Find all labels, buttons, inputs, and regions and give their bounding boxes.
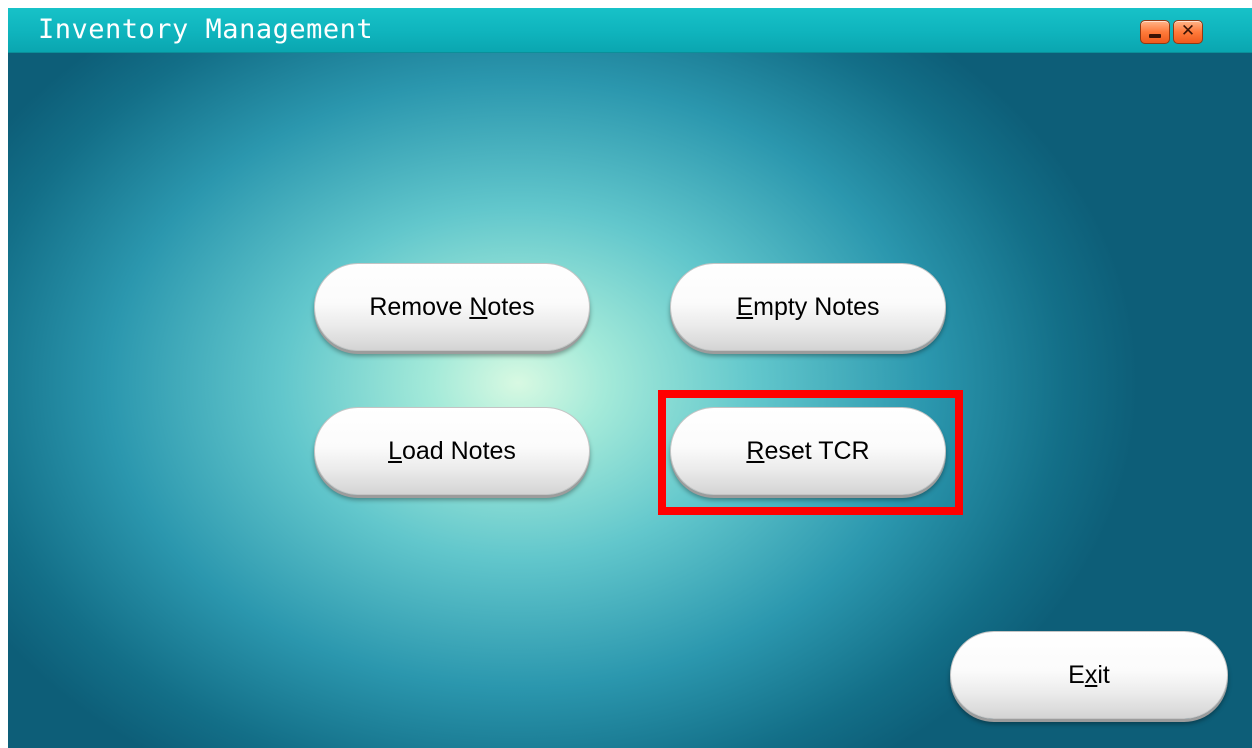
highlight-box (658, 390, 963, 515)
exit-label-pre: E (1068, 660, 1085, 689)
main-panel: Remove Notes Empty Notes Load Notes Rese… (8, 53, 1252, 748)
remove-notes-label-post: otes (487, 292, 535, 321)
exit-mnemonic: x (1084, 660, 1098, 689)
remove-notes-mnemonic: N (469, 292, 488, 321)
remove-notes-label-pre: Remove (369, 292, 470, 321)
close-button[interactable]: ✕ (1173, 20, 1203, 44)
empty-notes-label-post: mpty Notes (753, 292, 880, 321)
empty-notes-button[interactable]: Empty Notes (670, 263, 946, 351)
load-notes-button[interactable]: Load Notes (314, 407, 590, 495)
close-icon: ✕ (1180, 21, 1196, 41)
exit-label-post: it (1097, 660, 1110, 689)
window-title: Inventory Management (38, 14, 374, 45)
exit-button[interactable]: Ex it (950, 631, 1228, 719)
app-window: Inventory Management ✕ Remove Notes Empt… (8, 8, 1252, 748)
load-notes-label-post: oad Notes (401, 436, 516, 465)
load-notes-mnemonic: L (388, 436, 402, 465)
remove-notes-button[interactable]: Remove Notes (314, 263, 590, 351)
title-bar[interactable]: Inventory Management ✕ (8, 8, 1252, 53)
minimize-button[interactable] (1140, 20, 1170, 44)
minimize-icon (1149, 34, 1161, 38)
empty-notes-mnemonic: E (736, 292, 754, 321)
